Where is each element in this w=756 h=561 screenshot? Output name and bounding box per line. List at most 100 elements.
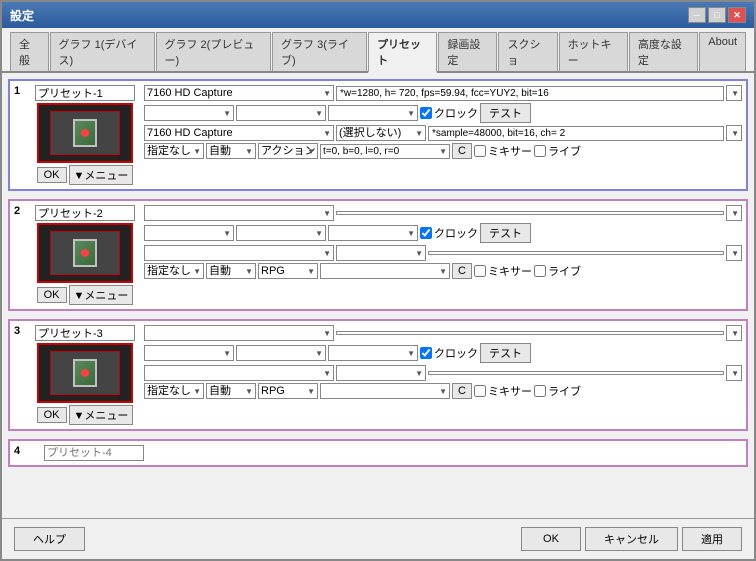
- preset-2-dd2b[interactable]: [236, 225, 326, 241]
- presets-scroll-area[interactable]: 1 OK ▼メニュー: [2, 73, 754, 493]
- preset-2-video-device-dd[interactable]: [144, 205, 334, 221]
- tab-about[interactable]: About: [699, 32, 746, 71]
- preset-1-video-value-dd[interactable]: [726, 85, 742, 101]
- preset-2-source-dd[interactable]: 指定なし: [144, 263, 204, 279]
- preset-3-dd2c[interactable]: [328, 345, 418, 361]
- preset-3-select2b[interactable]: [237, 346, 241, 360]
- preset-1-action-select[interactable]: アクション: [259, 144, 318, 158]
- preset-2-clock-checkbox[interactable]: [420, 227, 432, 239]
- preset-3-name-input[interactable]: [35, 325, 135, 341]
- preset-1-select2b[interactable]: [237, 106, 241, 120]
- preset-1-mixer-checkbox[interactable]: [474, 145, 486, 157]
- preset-3-video-device-select[interactable]: [145, 326, 149, 340]
- preset-1-t-dd[interactable]: t=0, b=0, l=0, r=0: [320, 144, 450, 159]
- preset-1-audio-value-dd[interactable]: [726, 125, 742, 141]
- preset-2-source-select[interactable]: 指定なし: [145, 264, 193, 278]
- maximize-button[interactable]: □: [708, 7, 726, 23]
- preset-2-action-select[interactable]: RPG: [259, 264, 287, 278]
- tab-scene[interactable]: スクショ: [498, 32, 557, 71]
- minimize-button[interactable]: ─: [688, 7, 706, 23]
- preset-2-mode-select[interactable]: 自動: [207, 264, 233, 278]
- preset-1-mode-select[interactable]: 自動: [207, 144, 233, 158]
- preset-1-live-checkbox[interactable]: [534, 145, 546, 157]
- preset-2-video-device-select[interactable]: [145, 206, 149, 220]
- preset-1-source-dd[interactable]: 指定なし: [144, 143, 204, 159]
- close-button[interactable]: ✕: [728, 7, 746, 23]
- preset-1-audio-device-dd[interactable]: 7160 HD Capture: [144, 125, 334, 141]
- preset-3-t-dd[interactable]: [320, 383, 450, 399]
- preset-1-audio-format-select[interactable]: (選択しない): [337, 126, 404, 140]
- preset-1-select2a[interactable]: [145, 106, 149, 120]
- preset-3-source-dd[interactable]: 指定なし: [144, 383, 204, 399]
- preset-1-video-value-select[interactable]: [727, 86, 733, 100]
- tab-hotkey[interactable]: ホットキー: [559, 32, 628, 71]
- preset-3-ok-button[interactable]: OK: [37, 407, 67, 423]
- preset-2-live-checkbox[interactable]: [534, 265, 546, 277]
- help-button[interactable]: ヘルプ: [14, 527, 85, 551]
- preset-1-video-device-select[interactable]: 7160 HD Capture: [145, 86, 235, 100]
- preset-2-ok-button[interactable]: OK: [37, 287, 67, 303]
- tab-general[interactable]: 全般: [10, 32, 49, 71]
- preset-2-action-dd[interactable]: RPG: [258, 263, 318, 279]
- preset-1-select2c[interactable]: [329, 106, 333, 120]
- preset-1-audio-value-select[interactable]: [727, 126, 733, 140]
- preset-2-select2a[interactable]: [145, 226, 149, 240]
- preset-2-audio-value-dd[interactable]: [726, 245, 742, 261]
- preset-2-audio-device-select[interactable]: [145, 246, 149, 260]
- preset-3-mode-select[interactable]: 自動: [207, 384, 233, 398]
- preset-1-dd2a[interactable]: [144, 105, 234, 121]
- preset-3-audio-device-dd[interactable]: [144, 365, 334, 381]
- preset-2-test-button[interactable]: テスト: [480, 223, 531, 243]
- preset-1-name-input[interactable]: [35, 85, 135, 101]
- preset-2-mixer-checkbox[interactable]: [474, 265, 486, 277]
- preset-3-source-select[interactable]: 指定なし: [145, 384, 193, 398]
- apply-button[interactable]: 適用: [682, 527, 742, 551]
- preset-2-t-dd[interactable]: [320, 263, 450, 279]
- preset-3-c-button[interactable]: C: [452, 383, 472, 399]
- preset-3-t-select[interactable]: [321, 384, 325, 398]
- preset-2-mode-dd[interactable]: 自動: [206, 263, 256, 279]
- preset-3-menu-button[interactable]: ▼メニュー: [69, 405, 134, 425]
- preset-3-test-button[interactable]: テスト: [480, 343, 531, 363]
- preset-3-select2a[interactable]: [145, 346, 149, 360]
- cancel-button[interactable]: キャンセル: [585, 527, 678, 551]
- preset-4-name-input[interactable]: [44, 445, 144, 461]
- preset-2-audio-format-select[interactable]: [337, 246, 341, 260]
- preset-2-select2c[interactable]: [329, 226, 333, 240]
- preset-1-mode-dd[interactable]: 自動: [206, 143, 256, 159]
- preset-1-source-select[interactable]: 指定なし: [145, 144, 193, 158]
- tab-graph3[interactable]: グラフ 3(ライブ): [272, 32, 367, 71]
- preset-1-audio-device-select[interactable]: 7160 HD Capture: [145, 126, 235, 140]
- preset-1-test-button[interactable]: テスト: [480, 103, 531, 123]
- preset-1-menu-button[interactable]: ▼メニュー: [69, 165, 134, 185]
- preset-2-dd2a[interactable]: [144, 225, 234, 241]
- preset-3-dd2a[interactable]: [144, 345, 234, 361]
- preset-2-dd2c[interactable]: [328, 225, 418, 241]
- preset-2-c-button[interactable]: C: [452, 263, 472, 279]
- ok-button[interactable]: OK: [521, 527, 581, 551]
- tab-advanced[interactable]: 高度な設定: [629, 32, 698, 71]
- preset-3-audio-format-select[interactable]: [337, 366, 341, 380]
- preset-3-audio-value-dd[interactable]: [726, 365, 742, 381]
- preset-3-video-device-dd[interactable]: [144, 325, 334, 341]
- preset-1-action-dd[interactable]: アクション: [258, 143, 318, 159]
- preset-2-audio-value-select[interactable]: [727, 246, 733, 260]
- preset-1-clock-checkbox[interactable]: [420, 107, 432, 119]
- preset-3-dd2b[interactable]: [236, 345, 326, 361]
- preset-2-menu-button[interactable]: ▼メニュー: [69, 285, 134, 305]
- preset-1-dd2b[interactable]: [236, 105, 326, 121]
- preset-3-select2c[interactable]: [329, 346, 333, 360]
- tab-preset[interactable]: プリセット: [368, 32, 437, 73]
- preset-3-action-select[interactable]: RPG: [259, 384, 287, 398]
- preset-1-t-select[interactable]: t=0, b=0, l=0, r=0: [321, 145, 402, 158]
- preset-1-dd2c[interactable]: [328, 105, 418, 121]
- preset-1-c-button[interactable]: C: [452, 143, 472, 159]
- preset-3-video-value-dd[interactable]: [726, 325, 742, 341]
- preset-2-video-value-dd[interactable]: [726, 205, 742, 221]
- tab-record[interactable]: 録画設定: [438, 32, 497, 71]
- preset-3-mixer-checkbox[interactable]: [474, 385, 486, 397]
- preset-3-live-checkbox[interactable]: [534, 385, 546, 397]
- preset-2-t-select[interactable]: [321, 264, 325, 278]
- preset-1-audio-format-dd[interactable]: (選択しない): [336, 125, 426, 141]
- tab-graph2[interactable]: グラフ 2(プレビュー): [156, 32, 272, 71]
